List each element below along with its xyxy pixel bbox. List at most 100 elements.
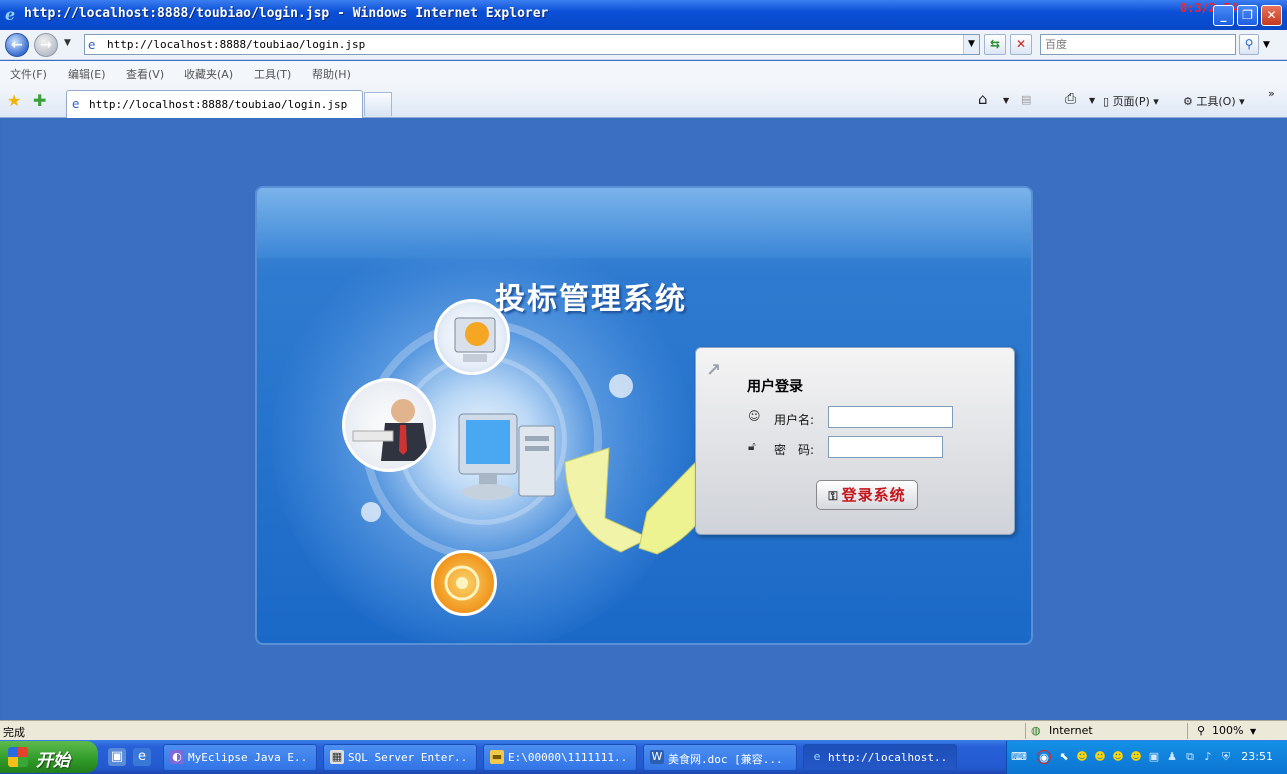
tools-menu-button[interactable]: ⚙ 工具(O) ▾ xyxy=(1183,93,1245,109)
home-dropdown-icon[interactable]: ▼ xyxy=(1003,96,1009,105)
menu-help[interactable]: 帮助(H) xyxy=(312,66,351,82)
display-icon[interactable]: ▣ xyxy=(1147,750,1161,764)
login-button[interactable]: ⚿ 登录系统 xyxy=(816,480,918,510)
qq-icon[interactable]: ☻ xyxy=(1075,750,1089,764)
page-menu-label: 页面(P) xyxy=(1112,95,1150,108)
stop-button[interactable]: ✕ xyxy=(1010,34,1032,55)
login-heading: 用户登录 xyxy=(747,379,803,395)
connection-icon[interactable]: ⧉ xyxy=(1183,750,1197,764)
panel-header-band xyxy=(257,188,1031,258)
domino-bubble xyxy=(431,550,497,616)
tab-bar: ★ ✚ e http://localhost:8888/toubiao/logi… xyxy=(0,85,1287,118)
forward-button[interactable]: → xyxy=(34,33,58,57)
username-label: 用户名: xyxy=(774,413,815,427)
task-myeclipse[interactable]: ◐ MyEclipse Java E... xyxy=(163,744,317,771)
businessman-bubble xyxy=(342,378,436,472)
start-button[interactable]: 开始 xyxy=(0,741,98,773)
task-folder[interactable]: ▬ E:\00000\1111111... xyxy=(483,744,637,771)
network-icon[interactable]: ◉ xyxy=(1037,750,1051,764)
menu-edit[interactable]: 编辑(E) xyxy=(68,66,106,82)
user-icon: ☺ xyxy=(748,409,761,423)
lock-icon: 🔓︎ xyxy=(748,439,756,453)
windows-logo-icon xyxy=(8,747,28,767)
task-label: E:\00000\1111111... xyxy=(508,751,628,764)
status-divider xyxy=(1025,723,1026,739)
close-icon: ✕ xyxy=(1266,8,1277,22)
print-dropdown-icon[interactable]: ▼ xyxy=(1089,96,1095,105)
minimize-icon: _ xyxy=(1220,8,1227,22)
corner-arrow-icon: ↗ xyxy=(706,360,722,381)
gear-icon: ⚙ xyxy=(1183,95,1193,108)
quicklaunch-desktop-icon[interactable]: ▣ xyxy=(108,748,126,766)
tools-menu-label: 工具(O) xyxy=(1196,95,1236,108)
ie-logo-icon: e xyxy=(4,5,20,24)
volume-icon[interactable]: ♪ xyxy=(1201,750,1215,764)
password-input[interactable] xyxy=(828,436,943,458)
ie-icon: e xyxy=(813,750,821,763)
menu-favorites[interactable]: 收藏夹(A) xyxy=(184,66,233,82)
password-label: 密 码: xyxy=(774,443,815,457)
forward-arrow-icon: → xyxy=(40,37,52,53)
zoom-level[interactable]: 100% xyxy=(1212,724,1243,737)
address-url[interactable]: http://localhost:8888/toubiao/login.jsp xyxy=(107,38,365,51)
menu-view[interactable]: 查看(V) xyxy=(126,66,164,82)
home-icon[interactable]: ⌂ xyxy=(978,90,988,108)
close-window-button[interactable]: ✕ xyxy=(1261,5,1282,26)
computer-illustration xyxy=(458,413,556,500)
zoom-dropdown-icon[interactable]: ▼ xyxy=(1250,727,1256,736)
back-arrow-icon: ← xyxy=(11,37,23,53)
task-label: http://localhost... xyxy=(828,751,948,764)
favorites-star-icon[interactable]: ★ xyxy=(7,91,21,110)
system-tray: ⌨ ◉ ⬉ ☻ ☻ ☻ ☻ ▣ ♟ ⧉ ♪ ⛨ 23:51 xyxy=(1006,741,1287,774)
menu-bar: 文件(F) 编辑(E) 查看(V) 收藏夹(A) 工具(T) 帮助(H) xyxy=(0,61,1287,85)
messenger-icon[interactable]: ♟ xyxy=(1165,750,1179,764)
username-input[interactable] xyxy=(828,406,953,428)
maximize-button[interactable]: ❐ xyxy=(1237,5,1258,26)
myeclipse-icon: ◐ xyxy=(170,750,184,764)
page-viewport: 投标管理系统 ↗ 用户登录 ☺ 用户名: 🔓︎ 密 码: ⚿ 登录系统 xyxy=(2,119,1280,720)
chevron-more-icon[interactable]: » xyxy=(1268,87,1275,100)
qq-icon[interactable]: ☻ xyxy=(1093,750,1107,764)
tab-active[interactable]: e http://localhost:8888/toubiao/login.js… xyxy=(66,90,363,118)
search-box[interactable] xyxy=(1040,34,1236,55)
task-word-doc[interactable]: W 美食网.doc [兼容... xyxy=(643,744,797,771)
search-icon: ⚲ xyxy=(1244,37,1254,51)
back-button[interactable]: ← xyxy=(5,33,29,57)
start-label: 开始 xyxy=(36,751,70,771)
search-button[interactable]: ⚲ xyxy=(1239,34,1259,55)
status-text: 完成 xyxy=(3,726,25,739)
history-dropdown-icon[interactable]: ▼ xyxy=(64,38,71,48)
decorative-dot xyxy=(361,502,381,522)
qq-icon[interactable]: ☻ xyxy=(1129,750,1143,764)
minimize-button[interactable]: _ xyxy=(1213,5,1234,26)
stop-icon: ✕ xyxy=(1015,37,1027,51)
print-icon[interactable]: ⎙ xyxy=(1065,91,1076,107)
feeds-icon[interactable]: ▤ xyxy=(1021,93,1031,106)
menu-file[interactable]: 文件(F) xyxy=(10,66,47,82)
refresh-button[interactable]: ⇆ xyxy=(984,34,1006,55)
page-menu-button[interactable]: ▯ 页面(P) ▾ xyxy=(1103,93,1159,109)
mouse-cursor-icon: ⬉ xyxy=(1059,750,1069,763)
task-label: MyEclipse Java E... xyxy=(188,751,308,764)
status-divider xyxy=(1187,723,1188,739)
add-favorite-icon[interactable]: ✚ xyxy=(33,91,46,110)
decorative-dot xyxy=(609,374,633,398)
address-bar[interactable]: e http://localhost:8888/toubiao/login.js… xyxy=(84,34,980,55)
keyboard-icon[interactable]: ⌨ xyxy=(1011,750,1027,764)
tab-page-icon: e xyxy=(72,97,80,111)
menu-tools[interactable]: 工具(T) xyxy=(254,66,291,82)
address-dropdown-icon[interactable]: ▼ xyxy=(963,35,979,54)
new-tab-button[interactable] xyxy=(364,92,392,116)
search-options-icon[interactable]: ▼ xyxy=(1263,40,1270,50)
task-sql-server[interactable]: ▦ SQL Server Enter... xyxy=(323,744,477,771)
taskbar-clock: 23:51 xyxy=(1241,750,1273,763)
security-icon[interactable]: ⛨ xyxy=(1219,750,1233,764)
task-ie-localhost[interactable]: e http://localhost... xyxy=(803,744,957,771)
search-input[interactable] xyxy=(1041,35,1235,54)
tab-label: http://localhost:8888/toubiao/login.jsp xyxy=(89,98,348,111)
security-zone[interactable]: Internet xyxy=(1049,724,1093,737)
globe-icon: ◍ xyxy=(1031,724,1041,737)
qq-icon[interactable]: ☻ xyxy=(1111,750,1125,764)
restore-icon: ❐ xyxy=(1242,8,1253,22)
quicklaunch-ie-icon[interactable]: e xyxy=(133,748,151,766)
